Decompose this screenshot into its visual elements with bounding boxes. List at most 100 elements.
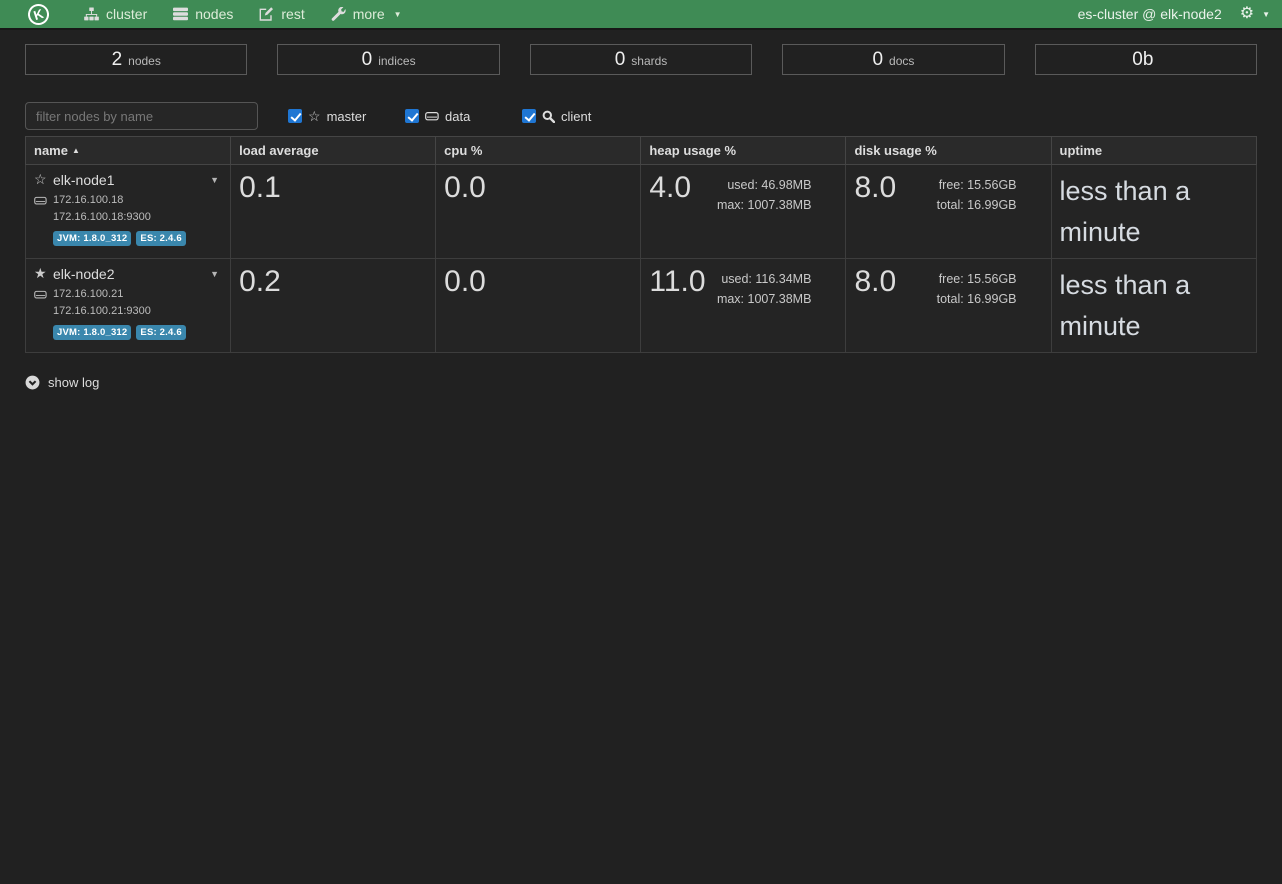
nav-item-more-label: more <box>353 6 385 22</box>
hdd-icon <box>34 289 49 300</box>
nav-item-rest[interactable]: rest <box>259 6 304 22</box>
edit-icon <box>259 7 274 21</box>
client-filter[interactable]: client <box>522 109 639 124</box>
nav-item-rest-label: rest <box>281 6 304 22</box>
node1-uptime: less than a minute <box>1060 171 1248 252</box>
node2-heap-max: max: 1007.38MB <box>717 289 812 309</box>
table-row: ★ elk-node2 ▼ 172.16.100.21 172.16.100.2… <box>26 259 1257 353</box>
nav-item-more[interactable]: more ▼ <box>331 6 402 22</box>
nav-item-cluster[interactable]: cluster <box>84 6 147 22</box>
sitemap-icon <box>84 7 99 21</box>
table-header-row: name▲ load average cpu % heap usage % di… <box>26 137 1257 165</box>
stat-docs-value: 0 <box>872 49 883 71</box>
node1-cpu-value: 0.0 <box>444 171 486 206</box>
node2-cpu-value: 0.0 <box>444 265 486 300</box>
header-load-average: load average <box>231 137 436 165</box>
client-filter-label: client <box>561 109 591 124</box>
hdd-icon <box>34 195 49 206</box>
show-log-label: show log <box>48 375 99 390</box>
stat-docs: 0 docs <box>782 44 1004 75</box>
stat-indices-label: indices <box>378 54 415 68</box>
stat-nodes-label: nodes <box>128 54 161 68</box>
header-heap-usage: heap usage % <box>641 137 846 165</box>
master-filter[interactable]: ☆ master <box>288 109 405 124</box>
node2-load-value: 0.2 <box>239 265 281 300</box>
node2-disk-total: total: 16.99GB <box>937 289 1017 309</box>
navbar: K cluster nodes <box>0 0 1282 30</box>
node2-menu-chevron-icon[interactable]: ▼ <box>207 267 222 281</box>
stat-shards-label: shards <box>631 54 667 68</box>
node2-name-cell: ★ elk-node2 ▼ 172.16.100.21 172.16.100.2… <box>26 259 231 353</box>
stat-nodes-value: 2 <box>112 49 123 71</box>
cluster-selector[interactable]: es-cluster @ elk-node2 <box>1078 6 1222 22</box>
show-log-button[interactable]: show log <box>25 375 135 390</box>
header-disk-usage: disk usage % <box>846 137 1051 165</box>
node2-uptime-cell: less than a minute <box>1051 259 1256 353</box>
wrench-icon <box>331 7 346 22</box>
server-icon <box>173 7 188 21</box>
nodes-table: name▲ load average cpu % heap usage % di… <box>25 136 1257 353</box>
node1-disk-total: total: 16.99GB <box>937 195 1017 215</box>
node1-menu-chevron-icon[interactable]: ▼ <box>207 173 222 187</box>
node2-name: elk-node2 <box>53 266 115 282</box>
node1-disk-cell: 8.0 free: 15.56GB total: 16.99GB <box>846 165 1051 259</box>
node2-disk-cell: 8.0 free: 15.56GB total: 16.99GB <box>846 259 1051 353</box>
node1-heap-max: max: 1007.38MB <box>717 195 812 215</box>
search-icon <box>542 110 555 123</box>
data-filter-checkbox[interactable] <box>405 109 419 123</box>
node2-disk-free: free: 15.56GB <box>937 269 1017 289</box>
node-filter-input[interactable] <box>25 102 258 130</box>
node2-uptime: less than a minute <box>1060 265 1248 346</box>
node2-heap-cell: 11.0 used: 116.34MB max: 1007.38MB <box>641 259 846 353</box>
kopf-logo[interactable]: K <box>25 1 51 27</box>
node2-transport-address: 172.16.100.21:9300 <box>53 305 222 317</box>
chevron-down-icon: ▼ <box>394 10 402 19</box>
master-filter-checkbox[interactable] <box>288 109 302 123</box>
master-filter-label: master <box>327 109 367 124</box>
node1-heap-percent: 4.0 <box>649 171 691 216</box>
node2-disk-percent: 8.0 <box>854 265 896 310</box>
nav-item-cluster-label: cluster <box>106 6 147 22</box>
stat-indices-value: 0 <box>362 49 373 71</box>
nav-item-nodes[interactable]: nodes <box>173 6 233 22</box>
settings-chevron-down-icon[interactable]: ▼ <box>1262 10 1270 19</box>
header-cpu: cpu % <box>436 137 641 165</box>
node1-ip: 172.16.100.18 <box>53 194 123 206</box>
node1-heap-used: used: 46.98MB <box>717 175 812 195</box>
node1-name-cell: ☆ elk-node1 ▼ 172.16.100.18 172.16.100.1… <box>26 165 231 259</box>
kopf-logo-letter: K <box>32 5 46 22</box>
node1-uptime-cell: less than a minute <box>1051 165 1256 259</box>
table-row: ☆ elk-node1 ▼ 172.16.100.18 172.16.100.1… <box>26 165 1257 259</box>
node2-heap-percent: 11.0 <box>649 265 705 310</box>
stat-docs-label: docs <box>889 54 914 68</box>
gear-icon[interactable]: ⚙ <box>1240 6 1254 22</box>
chevron-down-circle-icon <box>25 375 40 390</box>
node1-load-cell: 0.1 <box>231 165 436 259</box>
node1-load-value: 0.1 <box>239 171 281 206</box>
cluster-stats-row: 2 nodes 0 indices 0 shards 0 docs 0b <box>25 44 1257 75</box>
node1-name: elk-node1 <box>53 172 115 188</box>
node1-disk-percent: 8.0 <box>854 171 896 216</box>
node1-cpu-cell: 0.0 <box>436 165 641 259</box>
node2-cpu-cell: 0.0 <box>436 259 641 353</box>
sort-asc-icon: ▲ <box>72 146 80 155</box>
header-uptime: uptime <box>1051 137 1256 165</box>
stat-nodes: 2 nodes <box>25 44 247 75</box>
data-filter[interactable]: data <box>405 109 522 124</box>
node2-ip: 172.16.100.21 <box>53 288 123 300</box>
hdd-icon <box>425 110 439 122</box>
stat-shards: 0 shards <box>530 44 752 75</box>
client-filter-checkbox[interactable] <box>522 109 536 123</box>
header-name[interactable]: name▲ <box>26 137 231 165</box>
node2-jvm-badge: JVM: 1.8.0_312 <box>53 325 131 340</box>
nav-item-nodes-label: nodes <box>195 6 233 22</box>
node1-jvm-badge: JVM: 1.8.0_312 <box>53 231 131 246</box>
star-outline-icon: ☆ <box>308 109 321 123</box>
stat-indices: 0 indices <box>277 44 499 75</box>
stat-size: 0b <box>1035 44 1257 75</box>
star-filled-icon: ★ <box>34 265 49 282</box>
node1-heap-cell: 4.0 used: 46.98MB max: 1007.38MB <box>641 165 846 259</box>
node2-heap-used: used: 116.34MB <box>717 269 812 289</box>
role-filters: ☆ master data client <box>288 109 639 124</box>
node1-transport-address: 172.16.100.18:9300 <box>53 211 222 223</box>
